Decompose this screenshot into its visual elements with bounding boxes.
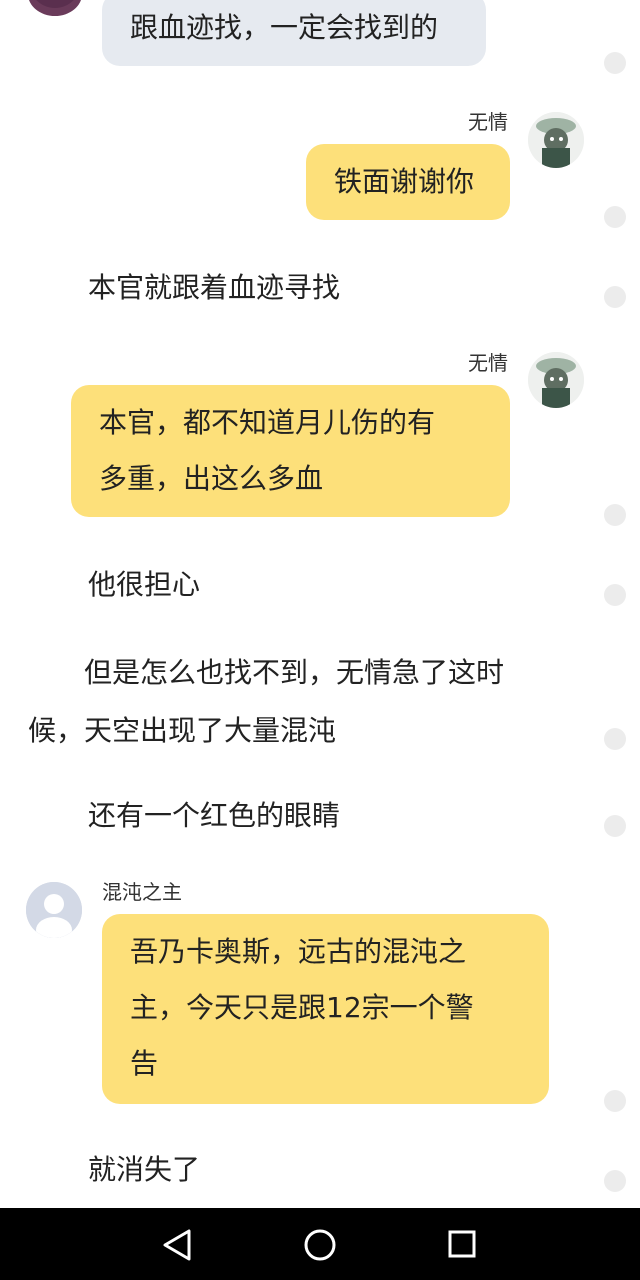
select-dot[interactable] (604, 1170, 626, 1192)
select-dot[interactable] (604, 504, 626, 526)
narration-line: 候，天空出现了大量混沌 (28, 714, 337, 747)
message-line: 吾乃卡奥斯，远古的混沌之 (130, 935, 467, 968)
speaker-name: 无情 (468, 351, 508, 375)
message-line: 本官，都不知道月儿伤的有 (99, 406, 436, 439)
narration-text: 他很担心 (88, 568, 201, 601)
recents-square-icon[interactable] (447, 1229, 477, 1259)
avatar-wuqing[interactable] (528, 352, 584, 408)
avatar-wuqing[interactable] (528, 112, 584, 168)
message-bubble-grey[interactable]: 跟血迹找，一定会找到的 (102, 0, 486, 66)
select-dot[interactable] (604, 815, 626, 837)
select-dot[interactable] (604, 728, 626, 750)
select-dot[interactable] (604, 1090, 626, 1112)
back-triangle-icon[interactable] (160, 1228, 196, 1262)
message-bubble-yellow[interactable]: 本官，都不知道月儿伤的有 多重，出这么多血 (71, 385, 510, 517)
system-navigation-bar (0, 1208, 640, 1280)
message-line: 多重，出这么多血 (99, 462, 324, 495)
character-avatar-icon (528, 112, 584, 168)
narration-text: 但是怎么也找不到，无情急了这时 候，天空出现了大量混沌 (28, 644, 568, 760)
avatar-partial-top[interactable] (28, 0, 82, 16)
message-line: 告 (130, 1047, 159, 1080)
message-text: 铁面谢谢你 (334, 165, 475, 198)
home-circle-icon[interactable] (303, 1228, 337, 1262)
speaker-name: 混沌之主 (102, 880, 182, 904)
message-line: 主，今天只是跟12宗一个警 (130, 991, 474, 1024)
character-avatar-icon (528, 352, 584, 408)
narration-text: 就消失了 (88, 1153, 201, 1186)
select-dot[interactable] (604, 584, 626, 606)
select-dot[interactable] (604, 286, 626, 308)
character-avatar-icon (36, 0, 74, 8)
default-user-avatar-icon (26, 882, 82, 938)
select-dot[interactable] (604, 206, 626, 228)
message-bubble-yellow[interactable]: 铁面谢谢你 (306, 144, 510, 220)
narration-text: 本官就跟着血迹寻找 (88, 271, 341, 304)
message-bubble-yellow[interactable]: 吾乃卡奥斯，远古的混沌之 主，今天只是跟12宗一个警 告 (102, 914, 549, 1104)
narration-line: 但是怎么也找不到，无情急了这时 (28, 656, 505, 689)
select-dot[interactable] (604, 52, 626, 74)
speaker-name: 无情 (468, 110, 508, 134)
message-text: 跟血迹找，一定会找到的 (130, 11, 439, 44)
narration-text: 还有一个红色的眼睛 (88, 799, 341, 832)
avatar-default[interactable] (26, 882, 82, 938)
